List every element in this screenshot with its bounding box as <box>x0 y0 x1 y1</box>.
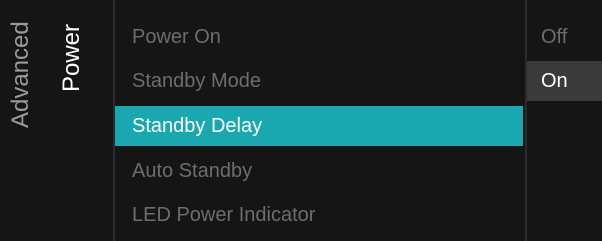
breadcrumb-parent[interactable]: Advanced <box>6 21 36 128</box>
power-settings-menu: Power On Standby Mode Standby Delay Auto… <box>115 0 525 241</box>
menu-item-standby-delay[interactable]: Standby Delay <box>115 106 523 146</box>
menu-item-auto-standby[interactable]: Auto Standby <box>115 151 523 191</box>
menu-item-led-power-indicator[interactable]: LED Power Indicator <box>115 195 523 235</box>
option-list: Off On <box>527 0 602 241</box>
tv-settings-screen: Advanced Power Power On Standby Mode Sta… <box>0 0 602 241</box>
breadcrumb-current: Power <box>58 23 85 92</box>
menu-item-power-on[interactable]: Power On <box>115 17 523 57</box>
menu-item-standby-mode[interactable]: Standby Mode <box>115 61 523 101</box>
option-on[interactable]: On <box>527 61 602 101</box>
option-off[interactable]: Off <box>527 17 602 57</box>
breadcrumb: Advanced Power <box>0 0 113 241</box>
